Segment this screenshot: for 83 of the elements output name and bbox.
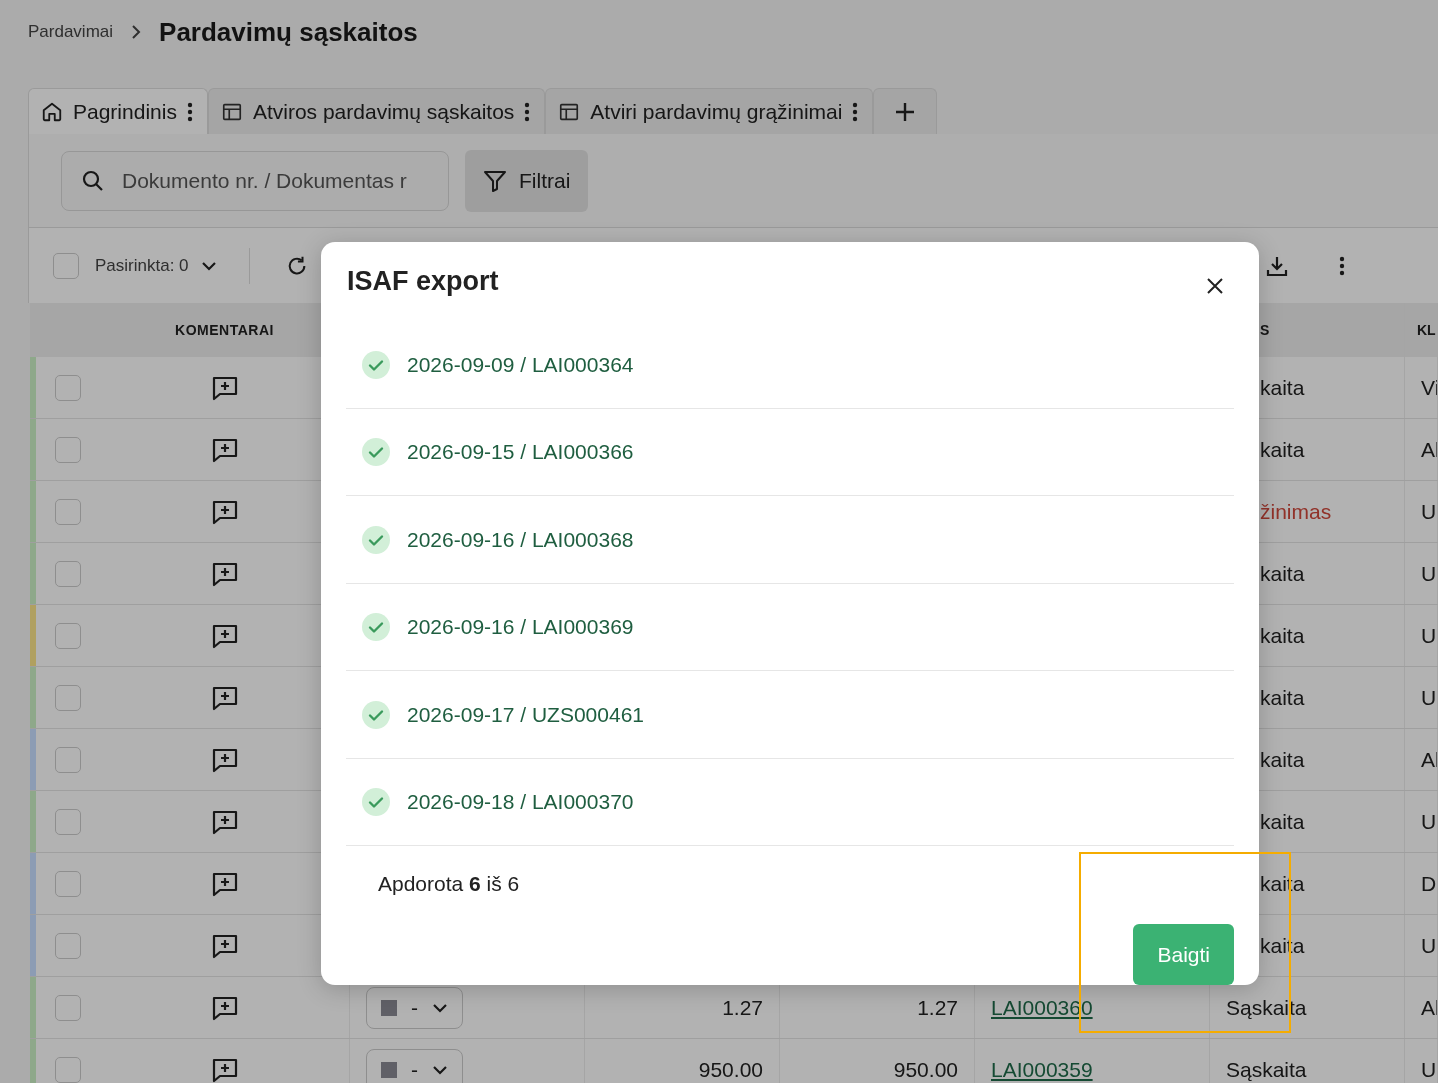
more-icon[interactable] [852,100,859,123]
client-cell: Vi [1421,375,1437,400]
add-comment-icon[interactable] [210,498,239,525]
amount-cell: 1.27 [722,995,763,1020]
more-icon[interactable] [186,100,193,123]
export-item: 2026-09-16 / LAI000369 [407,615,634,640]
export-item: 2026-09-15 / LAI000366 [407,440,634,465]
type-cell: kaita [1260,561,1305,586]
status-dropdown[interactable]: - [366,1048,463,1083]
client-cell: U [1421,809,1437,834]
home-icon [41,100,63,123]
chevron-down-icon [200,260,217,271]
tab[interactable]: Pagrindinis [28,88,208,134]
row-checkbox[interactable] [55,560,81,587]
client-cell: U [1421,623,1437,648]
export-item: 2026-09-16 / LAI000368 [407,527,634,552]
client-cell: U [1421,561,1437,586]
plus-icon [895,101,916,122]
progress-summary: Apdorota 6 iš 6 [377,871,521,898]
amount-cell: 950.00 [698,1057,763,1082]
more-icon[interactable] [1339,254,1345,277]
search-icon [81,168,105,193]
more-icon[interactable] [524,100,531,123]
add-comment-icon[interactable] [210,560,239,587]
add-comment-icon[interactable] [210,622,239,649]
row-checkbox[interactable] [55,684,81,711]
filter-icon [483,168,507,193]
client-cell: D [1421,871,1437,896]
chevron-down-icon [432,1002,448,1013]
column-header: KL [1417,322,1436,338]
client-cell: U [1421,933,1437,958]
row-checkbox[interactable] [55,436,81,463]
chevron-right-icon [131,24,142,40]
row-checkbox[interactable] [55,932,81,959]
dialog-title: ISAF export [347,266,499,298]
chevron-down-icon [432,1064,448,1075]
add-comment-icon[interactable] [210,870,239,897]
client-cell: U [1421,499,1437,524]
add-comment-icon[interactable] [210,808,239,835]
amount-cell: 1.27 [917,995,958,1020]
breadcrumb-link[interactable]: Pardavimai [28,22,114,42]
add-comment-icon[interactable] [210,994,239,1021]
export-item: 2026-09-17 / UZS000461 [407,702,644,727]
row-checkbox[interactable] [55,994,81,1021]
tab[interactable]: Atviri pardavimų grąžinimai [545,88,874,134]
client-cell: U [1421,1057,1437,1082]
page-title: Pardavimų sąskaitos [159,16,418,48]
amount-cell: 950.00 [893,1057,958,1082]
tab[interactable]: Atviros pardavimų sąskaitos [207,88,546,134]
export-item: 2026-09-09 / LAI000364 [407,352,634,377]
add-comment-icon[interactable] [210,746,239,773]
add-comment-icon[interactable] [210,932,239,959]
row-checkbox[interactable] [55,1056,81,1083]
search-field[interactable]: Dokumento nr. / Dokumentas r [61,150,449,211]
type-cell: kaita [1260,437,1305,462]
row-checkbox[interactable] [55,870,81,897]
column-header: KOMENTARAI [175,322,274,338]
client-cell: U [1421,685,1437,710]
filter-button[interactable]: Filtrai [465,149,589,212]
row-checkbox[interactable] [55,498,81,525]
close-icon[interactable] [1206,276,1224,295]
type-cell: kaita [1260,623,1305,648]
type-cell: kaita [1260,747,1305,772]
document-link[interactable]: LAI000359 [991,1057,1093,1082]
row-checkbox[interactable] [55,622,81,649]
column-header: S [1260,322,1270,338]
row-checkbox[interactable] [55,374,81,401]
add-comment-icon[interactable] [210,374,239,401]
select-all-checkbox[interactable] [53,252,79,279]
type-cell: žinimas [1260,499,1332,524]
add-comment-icon[interactable] [210,436,239,463]
add-comment-icon[interactable] [210,684,239,711]
export-item: 2026-09-18 / LAI000370 [407,790,634,815]
add-comment-icon[interactable] [210,1056,239,1083]
type-cell: kaita [1260,685,1305,710]
add-tab-button[interactable] [873,88,938,134]
row-checkbox[interactable] [55,808,81,835]
row-checkbox[interactable] [55,746,81,773]
status-dropdown[interactable]: - [366,986,463,1029]
type-cell: kaita [1260,375,1305,400]
type-cell: Sąskaita [1226,1057,1307,1082]
selection-dropdown[interactable]: Pasirinkta: 0 [79,255,217,276]
type-cell: kaita [1260,809,1305,834]
